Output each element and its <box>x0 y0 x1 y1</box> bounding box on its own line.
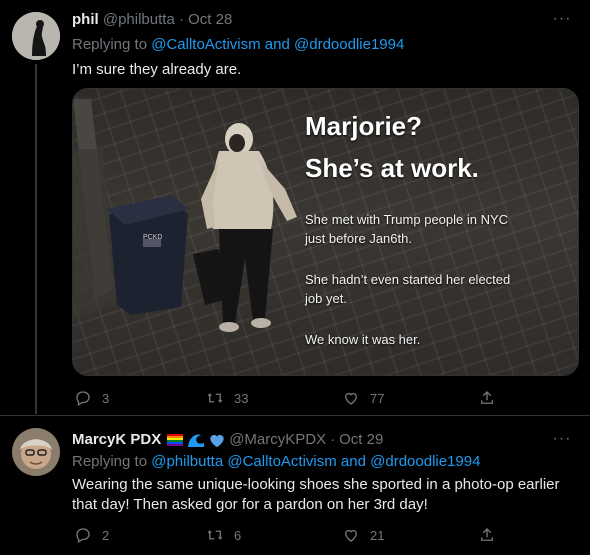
tweet-marcyk[interactable]: MarcyK PDX @MarcyKPDX · Oct 29 ··· Reply… <box>0 416 590 555</box>
like-icon <box>345 392 357 405</box>
action-bar: 2 6 21 <box>72 525 502 545</box>
retweet-button[interactable]: 6 <box>206 525 241 545</box>
image-title-1: Marjorie? <box>305 111 423 141</box>
avatar-image <box>12 12 60 60</box>
retweet-count: 6 <box>234 527 242 543</box>
replying-prefix: Replying to <box>72 453 152 470</box>
tweet-text: Wearing the same unique-looking shoes sh… <box>72 475 572 515</box>
tweet-header: MarcyK PDX @MarcyKPDX · Oct 29 <box>72 430 383 450</box>
like-count: 21 <box>370 527 385 543</box>
avatar-phil[interactable] <box>12 12 60 60</box>
tweet-image[interactable]: Marjorie? She’s at work. She met with Tr… <box>72 88 579 376</box>
reply-mention-philbutta[interactable]: @philbutta <box>151 453 223 470</box>
reply-icon <box>76 391 90 406</box>
reply-mention-calltoactivism[interactable]: @CalltoActivism <box>151 36 260 53</box>
reply-button[interactable]: 2 <box>74 525 109 545</box>
reply-mention-drdoodlie[interactable]: @drdoodlie1994 <box>370 453 480 470</box>
tweet-date[interactable]: Oct 28 <box>188 11 232 28</box>
reply-mention-drdoodlie[interactable]: @drdoodlie1994 <box>294 36 404 53</box>
reply-count: 3 <box>102 390 110 406</box>
dot-separator: · <box>330 431 336 448</box>
retweet-icon <box>207 530 223 540</box>
like-button[interactable]: 21 <box>342 525 384 545</box>
retweet-icon <box>207 393 223 403</box>
display-name[interactable]: phil <box>72 11 99 28</box>
share-button[interactable] <box>478 388 496 408</box>
reply-and[interactable]: and <box>337 453 370 470</box>
reply-mention-calltoactivism[interactable]: @CalltoActivism <box>227 453 336 470</box>
share-icon <box>481 391 493 404</box>
thread-line <box>35 64 37 414</box>
reply-and[interactable]: and <box>261 36 294 53</box>
like-count: 77 <box>370 390 385 406</box>
tweet-text-line-1: Wearing the same unique-looking shoes sh… <box>72 476 560 493</box>
display-name[interactable]: MarcyK PDX <box>72 430 161 450</box>
replying-to: Replying to @CalltoActivism and @drdoodl… <box>72 35 404 55</box>
retweet-count: 33 <box>234 390 249 406</box>
heart-icon <box>210 434 224 447</box>
image-caption-4: job yet. <box>305 291 347 306</box>
replying-to: Replying to @philbutta @CalltoActivism a… <box>72 452 480 472</box>
share-icon <box>481 528 493 541</box>
image-caption-3: She hadn’t even started her elected <box>305 272 511 287</box>
reply-button[interactable]: 3 <box>74 388 109 408</box>
avatar-image <box>12 428 60 476</box>
more-icon[interactable]: ··· <box>552 431 572 452</box>
dot-separator: · <box>178 11 184 28</box>
like-button[interactable]: 77 <box>342 388 384 408</box>
image-caption-5: We know it was her. <box>305 332 421 347</box>
retweet-button[interactable]: 33 <box>206 388 248 408</box>
tweet-header: phil @philbutta · Oct 28 <box>72 10 232 30</box>
image-caption-1: She met with Trump people in NYC <box>305 212 509 227</box>
share-button[interactable] <box>478 525 496 545</box>
handle[interactable]: @philbutta <box>103 11 175 28</box>
action-bar: 3 33 77 <box>72 388 502 408</box>
handle[interactable]: @MarcyKPDX <box>229 430 326 450</box>
rainbow-flag-icon <box>167 434 184 446</box>
tweet-date[interactable]: Oct 29 <box>339 430 383 450</box>
wave-icon <box>188 434 205 447</box>
tweet-text: I’m sure they already are. <box>72 61 242 78</box>
tweet-text-line-2: that day! Then asked gor for a pardon on… <box>72 496 428 513</box>
avatar-marcyk[interactable] <box>12 428 60 476</box>
image-caption-2: just before Jan6th. <box>305 231 412 246</box>
bin-label: PCKD <box>143 234 163 241</box>
image-title-2: She’s at work. <box>305 153 479 183</box>
like-icon <box>345 529 357 542</box>
tweet-phil[interactable]: phil @philbutta · Oct 28 ··· Replying to… <box>0 0 590 415</box>
replying-prefix: Replying to <box>72 36 152 53</box>
reply-count: 2 <box>102 527 110 543</box>
reply-icon <box>76 528 90 543</box>
more-icon[interactable]: ··· <box>552 11 572 32</box>
